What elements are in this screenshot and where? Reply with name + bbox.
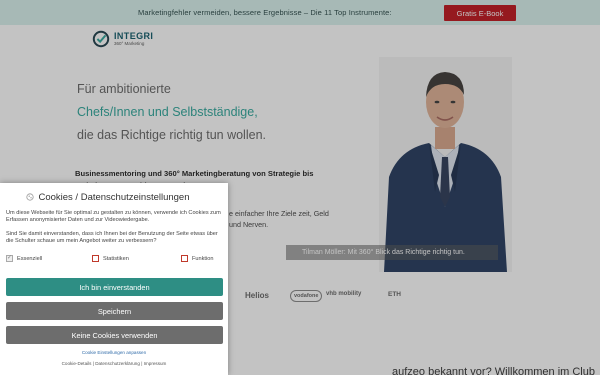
checkbox-funktion-box[interactable]: [181, 255, 188, 262]
cookie-description: Um diese Webseite für Sie optimal zu ges…: [6, 210, 221, 224]
reject-cookies-button[interactable]: Keine Cookies verwenden: [6, 326, 223, 344]
checkbox-statistiken-box[interactable]: [92, 255, 99, 262]
cookie-question: Sind Sie damit einverstanden, dass ich I…: [6, 231, 218, 245]
checkbox-essenziell[interactable]: Essenziell: [6, 254, 43, 262]
checkbox-funktion[interactable]: Funktion: [181, 255, 213, 262]
cookie-title: Cookies / Datenschutzeinstellungen: [38, 192, 190, 203]
checkbox-funktion-label: Funktion: [192, 255, 214, 262]
checkbox-statistiken[interactable]: Statistiken: [92, 255, 129, 262]
cookie-footer-links[interactable]: Cookie-Details | Datenschutzerklärung | …: [0, 361, 228, 366]
accept-button[interactable]: Ich bin einverstanden: [6, 278, 223, 296]
checkbox-statistiken-label: Statistiken: [103, 255, 129, 262]
checkbox-essenziell-box[interactable]: [6, 254, 13, 262]
save-button[interactable]: Speichern: [6, 302, 223, 320]
cookie-dialog: Cookies / Datenschutzeinstellungen Um di…: [0, 183, 228, 375]
cookie-settings-link[interactable]: Cookie Einstellungen anpassen: [0, 350, 228, 355]
checkbox-essenziell-label: Essenziell: [17, 255, 43, 262]
